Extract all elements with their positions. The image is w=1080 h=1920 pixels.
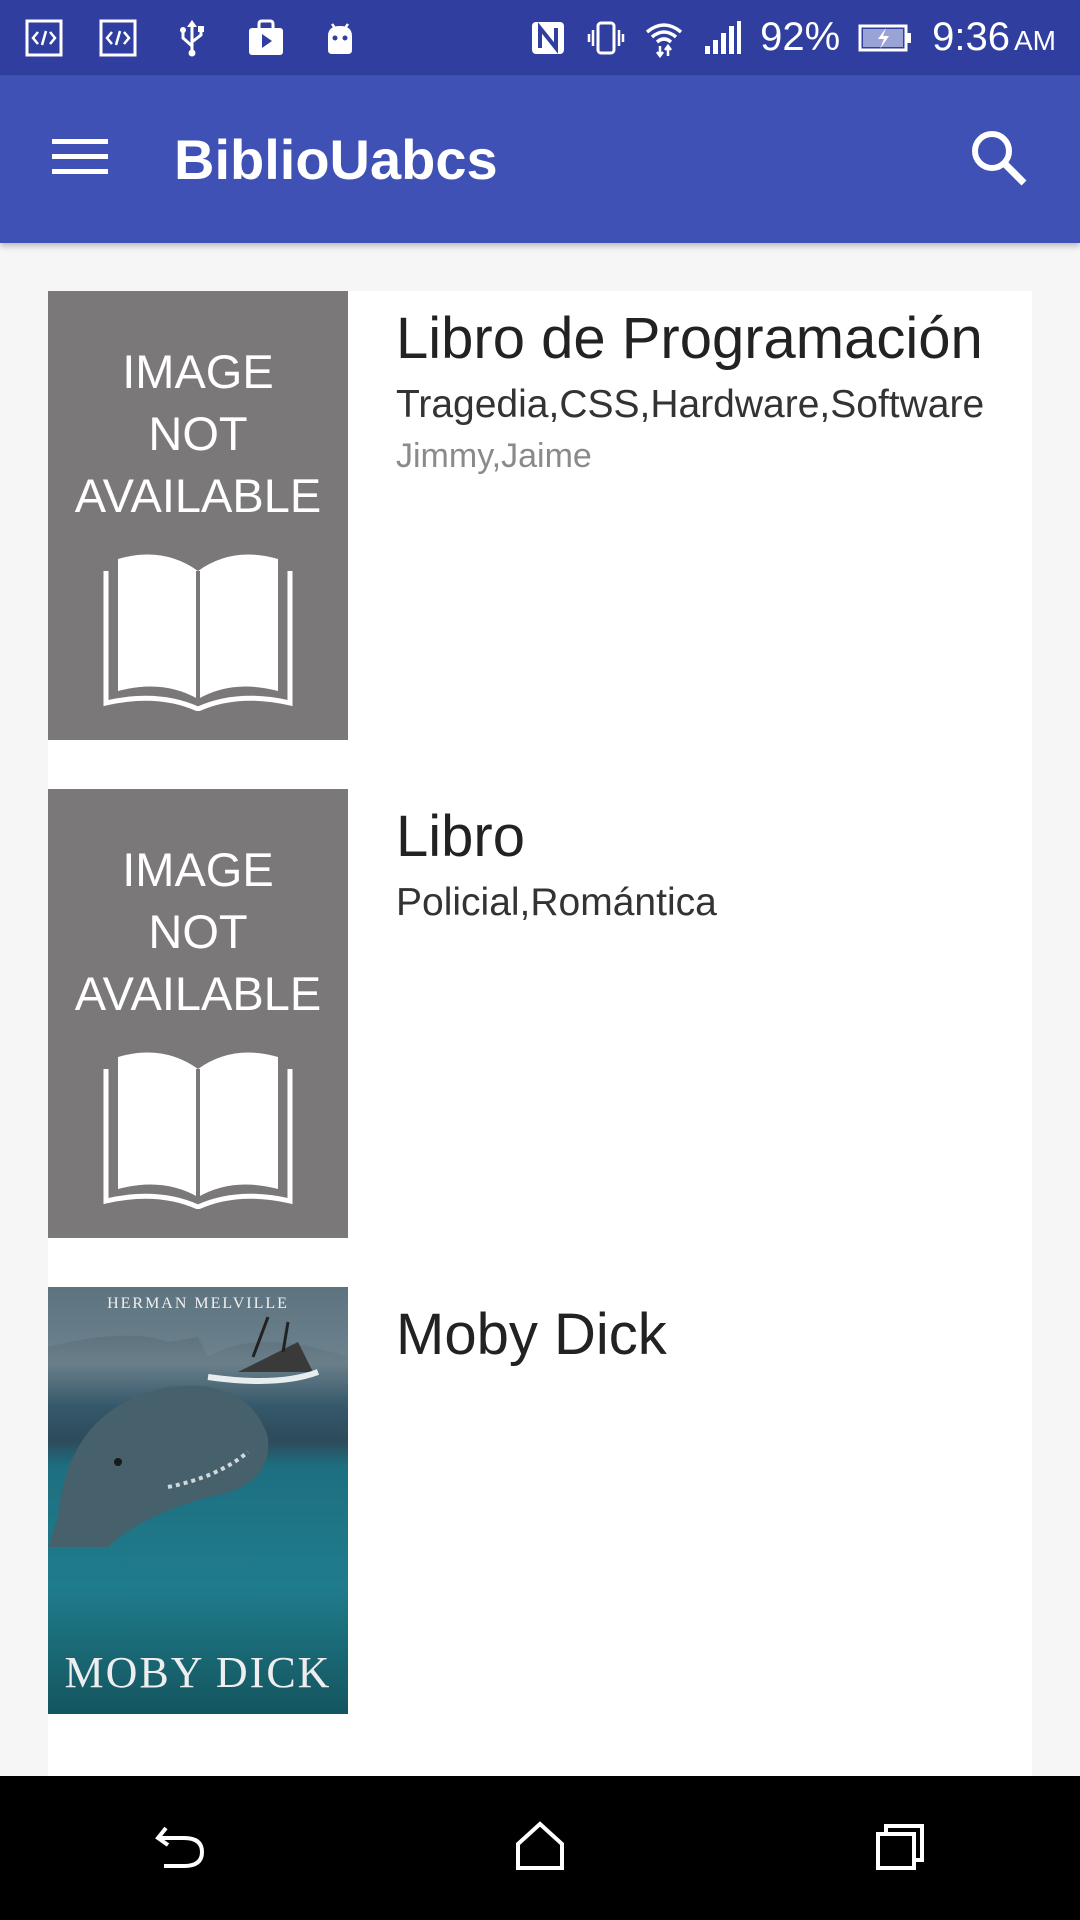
book-card[interactable]: IMAGE NOT AVAILABLE Libro Policial,Román…	[48, 789, 1032, 1287]
nfc-icon	[528, 18, 568, 58]
recents-icon	[872, 1818, 928, 1879]
book-title: Libro	[396, 804, 525, 869]
signal-icon	[702, 18, 742, 58]
recents-button[interactable]	[840, 1788, 960, 1908]
whale-illustration	[48, 1287, 348, 1547]
app-title: BiblioUabcs	[174, 127, 498, 191]
book-card[interactable]: HERMAN MELVILLE MOBY DICK Moby Dick	[48, 1287, 1032, 1807]
menu-icon	[50, 127, 110, 192]
book-info: Moby Dick	[348, 1287, 667, 1807]
battery-percent: 92%	[760, 15, 841, 59]
book-list[interactable]: IMAGE NOT AVAILABLE Libro de Programació…	[48, 291, 1032, 1807]
status-bar: 92% 9:36 AM	[0, 0, 1080, 75]
book-cover-placeholder: IMAGE NOT AVAILABLE	[48, 291, 348, 740]
cover-title: MOBY DICK	[64, 1648, 332, 1697]
battery-charging-icon	[858, 18, 914, 58]
back-icon	[152, 1818, 208, 1879]
book-info: Libro de Programación Tragedia,CSS,Hardw…	[348, 291, 984, 789]
back-button[interactable]	[120, 1788, 240, 1908]
search-icon	[966, 125, 1030, 194]
book-cover-image: HERMAN MELVILLE MOBY DICK	[48, 1287, 348, 1714]
search-button[interactable]	[938, 99, 1058, 219]
usb-icon	[172, 18, 212, 58]
open-book-icon	[98, 1025, 298, 1214]
vibrate-icon	[586, 18, 626, 58]
code-icon	[98, 18, 138, 58]
clock: 9:36 AM	[932, 15, 1056, 59]
cover-author: HERMAN MELVILLE	[107, 1295, 289, 1312]
book-card[interactable]: IMAGE NOT AVAILABLE Libro de Programació…	[48, 291, 1032, 789]
menu-button[interactable]	[0, 75, 164, 243]
cover-text: IMAGE NOT AVAILABLE	[74, 345, 322, 522]
open-book-icon	[98, 527, 298, 716]
wifi-icon	[644, 18, 684, 58]
book-title: Moby Dick	[396, 1302, 667, 1367]
navigation-bar	[0, 1776, 1080, 1920]
book-genres: Tragedia,CSS,Hardware,Software	[396, 383, 985, 426]
app-bar: BiblioUabcs	[0, 75, 1080, 243]
code-icon	[24, 18, 64, 58]
cover-text: IMAGE NOT AVAILABLE	[74, 843, 322, 1020]
book-info: Libro Policial,Romántica	[348, 789, 717, 1287]
book-cover-placeholder: IMAGE NOT AVAILABLE	[48, 789, 348, 1238]
home-icon	[512, 1818, 568, 1879]
play-store-icon	[246, 18, 286, 58]
book-title: Libro de Programación	[396, 306, 983, 371]
android-icon	[320, 18, 360, 58]
book-authors: Jimmy,Jaime	[396, 437, 592, 475]
book-genres: Policial,Romántica	[396, 881, 717, 924]
home-button[interactable]	[480, 1788, 600, 1908]
